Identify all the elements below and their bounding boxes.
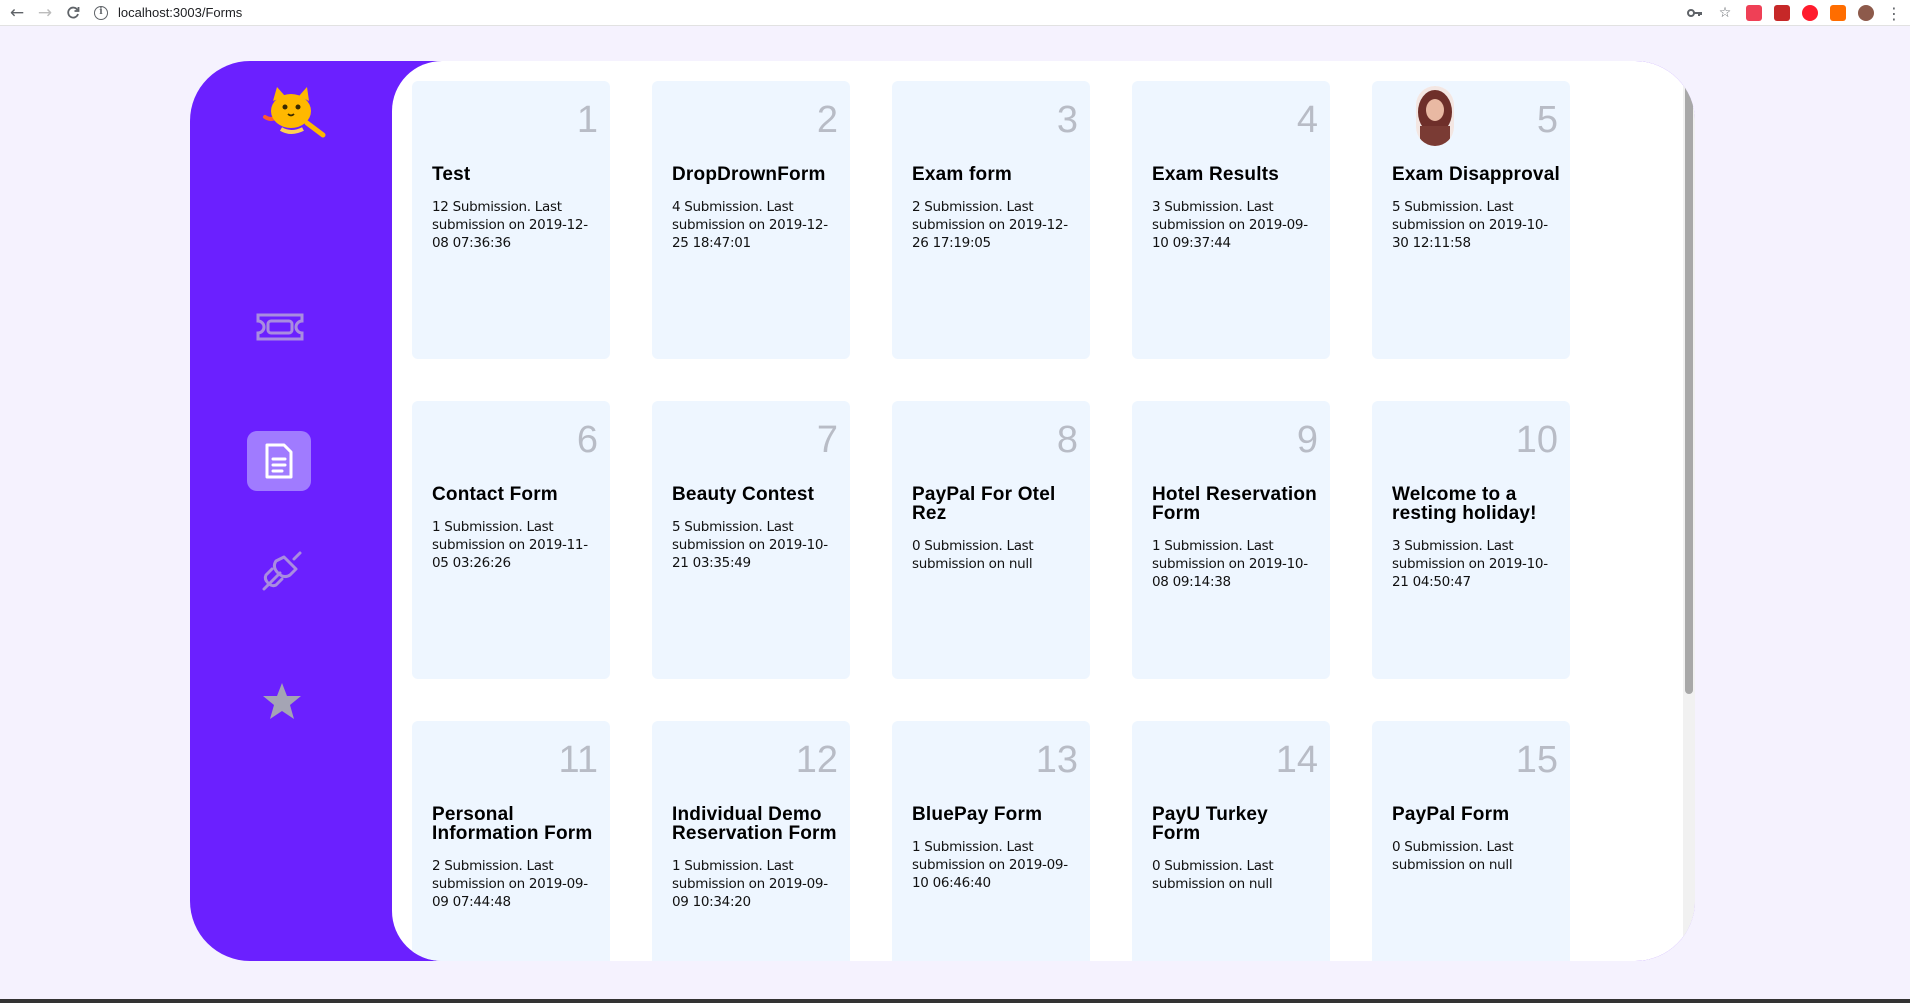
form-card[interactable]: 10 Welcome to a resting holiday! 3 Submi… (1372, 401, 1570, 679)
form-submission-info: 1 Submission. Last submission on 2019-09… (672, 858, 828, 910)
form-card[interactable]: 6 Contact Form 1 Submission. Last submis… (412, 401, 610, 679)
sidebar-item-favorites[interactable] (250, 671, 314, 731)
form-title: PayU Turkey Form (1152, 804, 1268, 844)
sidebar-item-ticket[interactable] (248, 297, 312, 357)
form-card[interactable]: 14 PayU Turkey Form 0 Submission. Last s… (1132, 721, 1330, 961)
form-title: Exam Results (1152, 164, 1280, 185)
form-card[interactable]: 13 BluePay Form 1 Submission. Last submi… (892, 721, 1090, 961)
form-submission-info: 12 Submission. Last submission on 2019-1… (432, 199, 588, 251)
form-title: DropDrownForm (672, 164, 826, 185)
back-icon[interactable]: ← (6, 2, 28, 24)
logo-icon[interactable] (257, 83, 327, 139)
form-title: PayPal For Otel Rez (912, 484, 1056, 524)
form-number: 4 (1296, 99, 1318, 141)
opera-icon[interactable] (1802, 5, 1818, 21)
url-text[interactable]: localhost:3003/Forms (118, 5, 242, 20)
sidebar-item-integrations[interactable] (250, 541, 314, 601)
star-icon (263, 683, 301, 719)
document-icon (265, 443, 293, 479)
star-icon[interactable]: ☆ (1716, 4, 1734, 22)
form-submission-info: 1 Submission. Last submission on 2019-09… (912, 839, 1068, 891)
form-title: Individual Demo Reservation Form (672, 804, 837, 844)
user-avatar[interactable] (1416, 86, 1454, 146)
form-card[interactable]: 5 Exam Disapproval 5 Submission. Last su… (1372, 81, 1570, 359)
form-card[interactable]: 9 Hotel Reservation Form 1 Submission. L… (1132, 401, 1330, 679)
menu-icon[interactable]: ⋮ (1886, 4, 1902, 23)
app-container: 1 Test 12 Submission. Last submission on… (190, 61, 1695, 961)
form-number: 6 (576, 419, 598, 461)
form-title: Personal Information Form (432, 804, 593, 844)
form-number: 12 (795, 739, 838, 781)
form-title: BluePay Form (912, 804, 1043, 825)
form-card[interactable]: 8 PayPal For Otel Rez 0 Submission. Last… (892, 401, 1090, 679)
form-number: 5 (1536, 99, 1558, 141)
info-icon[interactable]: i (94, 5, 108, 20)
form-title: Exam form (912, 164, 1013, 185)
form-title: Hotel Reservation Form (1152, 484, 1317, 524)
form-number: 10 (1515, 419, 1558, 461)
form-submission-info: 2 Submission. Last submission on 2019-09… (432, 858, 588, 910)
form-card[interactable]: 3 Exam form 2 Submission. Last submissio… (892, 81, 1090, 359)
forms-panel: 1 Test 12 Submission. Last submission on… (392, 61, 1695, 961)
ext-blue-icon[interactable] (1830, 5, 1846, 21)
form-number: 11 (558, 739, 598, 781)
form-title: Beauty Contest (672, 484, 815, 505)
form-submission-info: 1 Submission. Last submission on 2019-10… (1152, 538, 1308, 590)
form-title: PayPal Form (1392, 804, 1510, 825)
ticket-icon (256, 313, 304, 341)
form-submission-info: 5 Submission. Last submission on 2019-10… (1392, 199, 1548, 251)
form-card[interactable]: 4 Exam Results 3 Submission. Last submis… (1132, 81, 1330, 359)
form-submission-info: 2 Submission. Last submission on 2019-12… (912, 199, 1068, 251)
scrollbar[interactable] (1683, 61, 1695, 961)
form-submission-info: 3 Submission. Last submission on 2019-09… (1152, 199, 1308, 251)
ext-red-icon[interactable] (1774, 5, 1790, 21)
form-title: Welcome to a resting holiday! (1392, 484, 1537, 524)
form-title: Test (432, 164, 471, 185)
form-number: 1 (576, 99, 598, 141)
form-submission-info: 5 Submission. Last submission on 2019-10… (672, 519, 828, 571)
form-title: Exam Disapproval (1392, 164, 1560, 185)
form-submission-info: 3 Submission. Last submission on 2019-10… (1392, 538, 1548, 590)
form-card[interactable]: 7 Beauty Contest 5 Submission. Last subm… (652, 401, 850, 679)
form-submission-info: 0 Submission. Last submission on null (1392, 839, 1514, 873)
form-submission-info: 4 Submission. Last submission on 2019-12… (672, 199, 828, 251)
taskbar-edge (0, 999, 1910, 1003)
form-card[interactable]: 1 Test 12 Submission. Last submission on… (412, 81, 610, 359)
plug-icon (262, 551, 302, 591)
form-number: 9 (1296, 419, 1318, 461)
form-submission-info: 0 Submission. Last submission on null (1152, 858, 1274, 892)
profile-icon[interactable] (1858, 5, 1874, 21)
reload-icon[interactable] (62, 2, 84, 24)
sidebar-item-forms[interactable] (247, 431, 311, 491)
form-card[interactable]: 15 PayPal Form 0 Submission. Last submis… (1372, 721, 1570, 961)
scrollbar-thumb[interactable] (1685, 61, 1693, 694)
form-number: 2 (816, 99, 838, 141)
key-icon[interactable] (1686, 4, 1704, 22)
address-bar[interactable]: i localhost:3003/Forms (94, 2, 242, 24)
form-card[interactable]: 12 Individual Demo Reservation Form 1 Su… (652, 721, 850, 961)
form-title: Contact Form (432, 484, 558, 505)
form-number: 8 (1056, 419, 1078, 461)
form-number: 15 (1515, 739, 1558, 781)
browser-toolbar: ← → i localhost:3003/Forms ☆ ⋮ (0, 0, 1910, 26)
form-number: 3 (1056, 99, 1078, 141)
form-card[interactable]: 2 DropDrownForm 4 Submission. Last submi… (652, 81, 850, 359)
form-number: 13 (1035, 739, 1078, 781)
forward-icon[interactable]: → (34, 2, 56, 24)
form-submission-info: 1 Submission. Last submission on 2019-11… (432, 519, 588, 571)
form-card[interactable]: 11 Personal Information Form 2 Submissio… (412, 721, 610, 961)
form-number: 7 (816, 419, 838, 461)
form-submission-info: 0 Submission. Last submission on null (912, 538, 1034, 572)
pocket-icon[interactable] (1746, 5, 1762, 21)
form-number: 14 (1275, 739, 1318, 781)
